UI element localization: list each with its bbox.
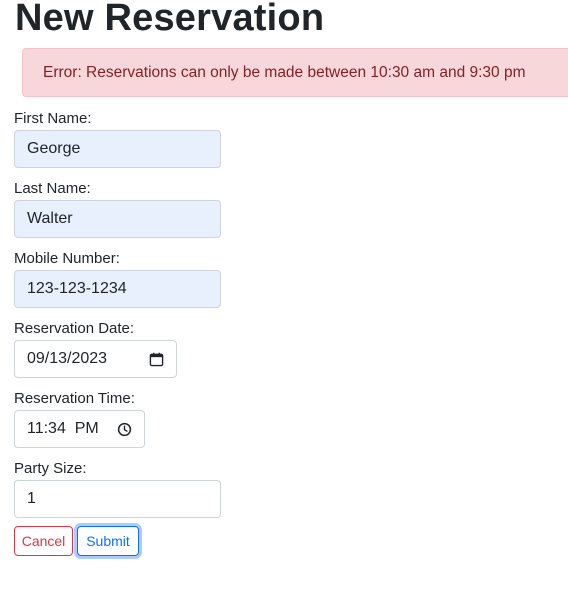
- party-size-value: 1: [27, 490, 36, 507]
- last-name-label: Last Name:: [14, 180, 91, 197]
- cancel-button-label: Cancel: [21, 533, 66, 549]
- clock-icon[interactable]: [116, 421, 132, 437]
- first-name-input[interactable]: George: [14, 130, 221, 168]
- error-alert-message: Error: Reservations can only be made bet…: [43, 63, 526, 81]
- reservation-date-value: 09/13/2023: [27, 350, 108, 367]
- last-name-value: Walter: [27, 210, 73, 227]
- reservation-time-input[interactable]: 11:34 PM: [14, 410, 145, 448]
- mobile-number-label: Mobile Number:: [14, 250, 120, 267]
- party-size-input[interactable]: 1: [14, 480, 221, 518]
- reservation-page: New Reservation Error: Reservations can …: [0, 0, 568, 591]
- party-size-label: Party Size:: [14, 460, 87, 477]
- error-alert: Error: Reservations can only be made bet…: [22, 48, 568, 97]
- reservation-date-input[interactable]: 09/13/2023: [14, 340, 177, 378]
- first-name-label: First Name:: [14, 110, 92, 127]
- last-name-input[interactable]: Walter: [14, 200, 221, 238]
- first-name-value: George: [27, 140, 81, 157]
- submit-button[interactable]: Submit: [77, 526, 139, 556]
- mobile-number-value: 123-123-1234: [27, 280, 127, 297]
- cancel-button[interactable]: Cancel: [14, 526, 73, 556]
- calendar-icon[interactable]: [148, 351, 164, 367]
- mobile-number-input[interactable]: 123-123-1234: [14, 270, 221, 308]
- reservation-date-label: Reservation Date:: [14, 320, 135, 337]
- submit-button-label: Submit: [86, 533, 130, 549]
- reservation-time-label: Reservation Time:: [14, 390, 135, 407]
- reservation-time-value: 11:34 PM: [27, 420, 99, 437]
- page-title: New Reservation: [15, 0, 325, 39]
